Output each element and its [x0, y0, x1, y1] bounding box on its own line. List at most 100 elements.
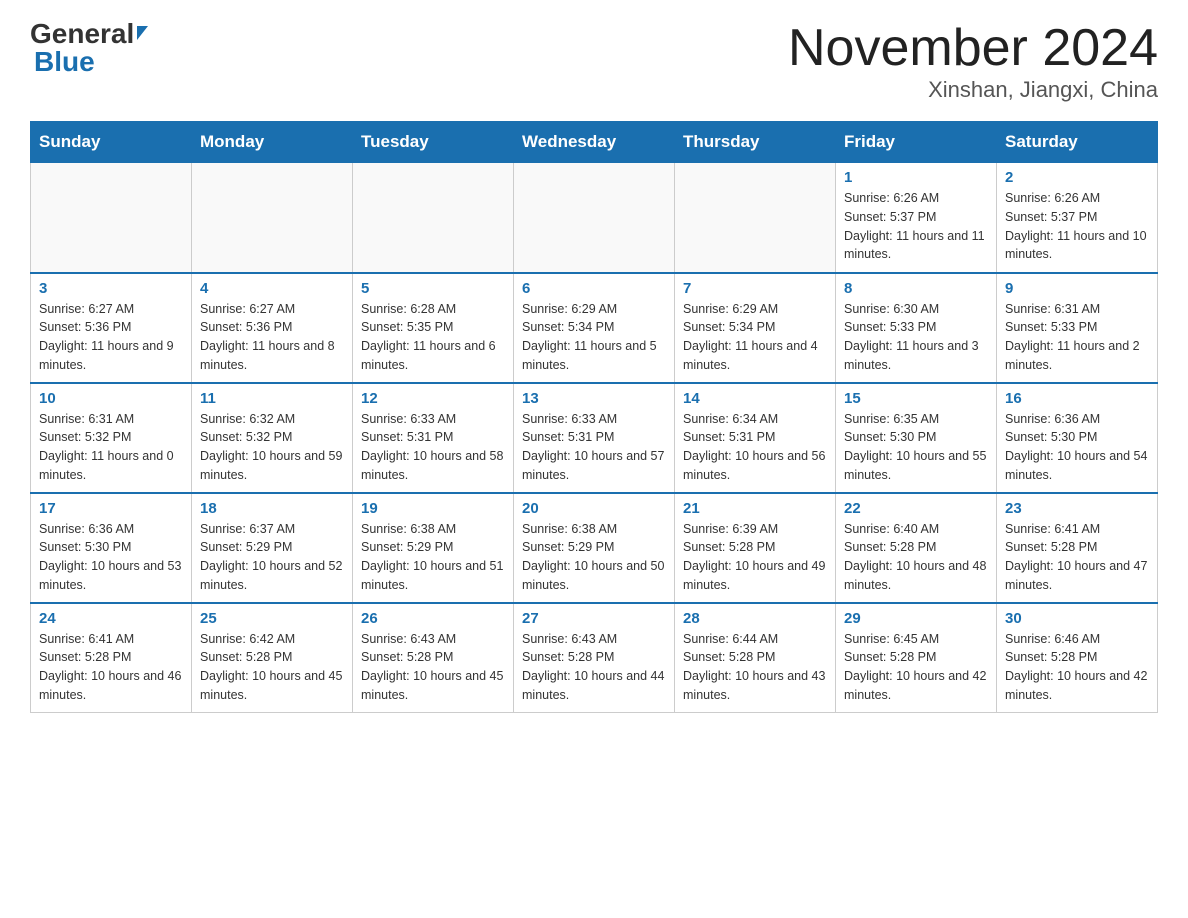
day-number: 10 [39, 390, 183, 407]
calendar-cell: 26Sunrise: 6:43 AMSunset: 5:28 PMDayligh… [353, 603, 514, 713]
day-info: Sunrise: 6:32 AMSunset: 5:32 PMDaylight:… [200, 410, 344, 485]
header: General Blue November 2024 Xinshan, Jian… [30, 20, 1158, 103]
day-number: 22 [844, 500, 988, 517]
day-info: Sunrise: 6:33 AMSunset: 5:31 PMDaylight:… [522, 410, 666, 485]
day-number: 27 [522, 610, 666, 627]
day-number: 6 [522, 280, 666, 297]
calendar-cell: 10 Sunrise: 6:31 AMSunset: 5:32 PMDayligh… [31, 383, 192, 493]
day-info: Sunrise: 6:33 AMSunset: 5:31 PMDaylight:… [361, 410, 505, 485]
day-number: 12 [361, 390, 505, 407]
calendar-cell: 6Sunrise: 6:29 AMSunset: 5:34 PMDaylight… [514, 273, 675, 383]
day-info: Sunrise: 6:41 AMSunset: 5:28 PMDaylight:… [1005, 520, 1149, 595]
day-number: 5 [361, 280, 505, 297]
day-info: Sunrise: 6:44 AMSunset: 5:28 PMDaylight:… [683, 630, 827, 705]
day-info: Sunrise: 6:38 AMSunset: 5:29 PMDaylight:… [522, 520, 666, 595]
calendar-cell: 7 Sunrise: 6:29 AMSunset: 5:34 PMDaylight… [675, 273, 836, 383]
day-number: 2 [1005, 169, 1149, 186]
title-area: November 2024 Xinshan, Jiangxi, China [788, 20, 1158, 103]
day-info: Sunrise: 6:31 AMSunset: 5:33 PMDaylight:… [1005, 300, 1149, 375]
day-info: Sunrise: 6:27 AMSunset: 5:36 PMDaylight:… [200, 300, 344, 375]
day-info: Sunrise: 6:41 AMSunset: 5:28 PMDaylight:… [39, 630, 183, 705]
week-row-2: 3Sunrise: 6:27 AMSunset: 5:36 PMDaylight… [31, 273, 1158, 383]
calendar-cell: 23 Sunrise: 6:41 AMSunset: 5:28 PMDayligh… [997, 493, 1158, 603]
day-number: 4 [200, 280, 344, 297]
logo: General Blue [30, 20, 159, 76]
calendar-cell: 1Sunrise: 6:26 AMSunset: 5:37 PMDaylight… [836, 163, 997, 273]
day-info: Sunrise: 6:39 AMSunset: 5:28 PMDaylight:… [683, 520, 827, 595]
day-number: 8 [844, 280, 988, 297]
day-number: 30 [1005, 610, 1149, 627]
day-info: Sunrise: 6:43 AMSunset: 5:28 PMDaylight:… [522, 630, 666, 705]
day-info: Sunrise: 6:45 AMSunset: 5:28 PMDaylight:… [844, 630, 988, 705]
calendar-cell: 21 Sunrise: 6:39 AMSunset: 5:28 PMDayligh… [675, 493, 836, 603]
day-info: Sunrise: 6:31 AMSunset: 5:32 PMDaylight:… [39, 410, 183, 485]
logo-arrow-icon [137, 26, 159, 40]
day-info: Sunrise: 6:46 AMSunset: 5:28 PMDaylight:… [1005, 630, 1149, 705]
calendar-cell: 28 Sunrise: 6:44 AMSunset: 5:28 PMDayligh… [675, 603, 836, 713]
column-header-monday: Monday [192, 122, 353, 163]
column-header-saturday: Saturday [997, 122, 1158, 163]
day-number: 7 [683, 280, 827, 297]
day-info: Sunrise: 6:36 AMSunset: 5:30 PMDaylight:… [39, 520, 183, 595]
main-title: November 2024 [788, 20, 1158, 77]
day-number: 25 [200, 610, 344, 627]
calendar-cell: 3Sunrise: 6:27 AMSunset: 5:36 PMDaylight… [31, 273, 192, 383]
day-info: Sunrise: 6:37 AMSunset: 5:29 PMDaylight:… [200, 520, 344, 595]
week-row-3: 10 Sunrise: 6:31 AMSunset: 5:32 PMDayligh… [31, 383, 1158, 493]
column-header-thursday: Thursday [675, 122, 836, 163]
calendar-cell: 22Sunrise: 6:40 AMSunset: 5:28 PMDayligh… [836, 493, 997, 603]
calendar-table: SundayMondayTuesdayWednesdayThursdayFrid… [30, 121, 1158, 713]
day-info: Sunrise: 6:42 AMSunset: 5:28 PMDaylight:… [200, 630, 344, 705]
day-number: 28 [683, 610, 827, 627]
day-number: 24 [39, 610, 183, 627]
calendar-cell [31, 163, 192, 273]
day-number: 14 [683, 390, 827, 407]
day-info: Sunrise: 6:30 AMSunset: 5:33 PMDaylight:… [844, 300, 988, 375]
calendar-cell: 4 Sunrise: 6:27 AMSunset: 5:36 PMDaylight… [192, 273, 353, 383]
calendar-cell: 29 Sunrise: 6:45 AMSunset: 5:28 PMDayligh… [836, 603, 997, 713]
week-row-1: 1 Sunrise: 6:26 AMSunset: 5:37 PMDaylight… [31, 163, 1158, 273]
day-number: 23 [1005, 500, 1149, 517]
calendar-cell: 14 Sunrise: 6:34 AMSunset: 5:31 PMDayligh… [675, 383, 836, 493]
calendar-cell: 11 Sunrise: 6:32 AMSunset: 5:32 PMDayligh… [192, 383, 353, 493]
logo-general-text: General [30, 20, 134, 48]
column-header-sunday: Sunday [31, 122, 192, 163]
day-number: 19 [361, 500, 505, 517]
calendar-cell: 25 Sunrise: 6:42 AMSunset: 5:28 PMDayligh… [192, 603, 353, 713]
column-header-friday: Friday [836, 122, 997, 163]
day-number: 17 [39, 500, 183, 517]
calendar-cell: 17 Sunrise: 6:36 AMSunset: 5:30 PMDayligh… [31, 493, 192, 603]
calendar-cell: 16 Sunrise: 6:36 AMSunset: 5:30 PMDayligh… [997, 383, 1158, 493]
day-number: 29 [844, 610, 988, 627]
calendar-cell: 27 Sunrise: 6:43 AMSunset: 5:28 PMDayligh… [514, 603, 675, 713]
day-number: 9 [1005, 280, 1149, 297]
day-info: Sunrise: 6:36 AMSunset: 5:30 PMDaylight:… [1005, 410, 1149, 485]
day-number: 20 [522, 500, 666, 517]
day-number: 16 [1005, 390, 1149, 407]
logo-blue-text: Blue [34, 48, 95, 76]
calendar-cell: 9 Sunrise: 6:31 AMSunset: 5:33 PMDaylight… [997, 273, 1158, 383]
day-info: Sunrise: 6:43 AMSunset: 5:28 PMDaylight:… [361, 630, 505, 705]
day-info: Sunrise: 6:27 AMSunset: 5:36 PMDaylight:… [39, 300, 183, 375]
calendar-cell: 24 Sunrise: 6:41 AMSunset: 5:28 PMDayligh… [31, 603, 192, 713]
column-header-tuesday: Tuesday [353, 122, 514, 163]
calendar-cell: 8 Sunrise: 6:30 AMSunset: 5:33 PMDaylight… [836, 273, 997, 383]
calendar-cell [514, 163, 675, 273]
day-info: Sunrise: 6:26 AMSunset: 5:37 PMDaylight:… [1005, 189, 1149, 264]
calendar-cell [353, 163, 514, 273]
day-number: 15 [844, 390, 988, 407]
day-number: 21 [683, 500, 827, 517]
week-row-4: 17 Sunrise: 6:36 AMSunset: 5:30 PMDayligh… [31, 493, 1158, 603]
week-row-5: 24 Sunrise: 6:41 AMSunset: 5:28 PMDayligh… [31, 603, 1158, 713]
day-info: Sunrise: 6:28 AMSunset: 5:35 PMDaylight:… [361, 300, 505, 375]
calendar-cell: 20 Sunrise: 6:38 AMSunset: 5:29 PMDayligh… [514, 493, 675, 603]
day-info: Sunrise: 6:34 AMSunset: 5:31 PMDaylight:… [683, 410, 827, 485]
calendar-cell [192, 163, 353, 273]
sub-title: Xinshan, Jiangxi, China [788, 77, 1158, 103]
day-info: Sunrise: 6:29 AMSunset: 5:34 PMDaylight:… [683, 300, 827, 375]
day-number: 1 [844, 169, 988, 186]
calendar-cell: 5 Sunrise: 6:28 AMSunset: 5:35 PMDaylight… [353, 273, 514, 383]
calendar-cell: 12 Sunrise: 6:33 AMSunset: 5:31 PMDayligh… [353, 383, 514, 493]
day-number: 11 [200, 390, 344, 407]
calendar-header-row: SundayMondayTuesdayWednesdayThursdayFrid… [31, 122, 1158, 163]
